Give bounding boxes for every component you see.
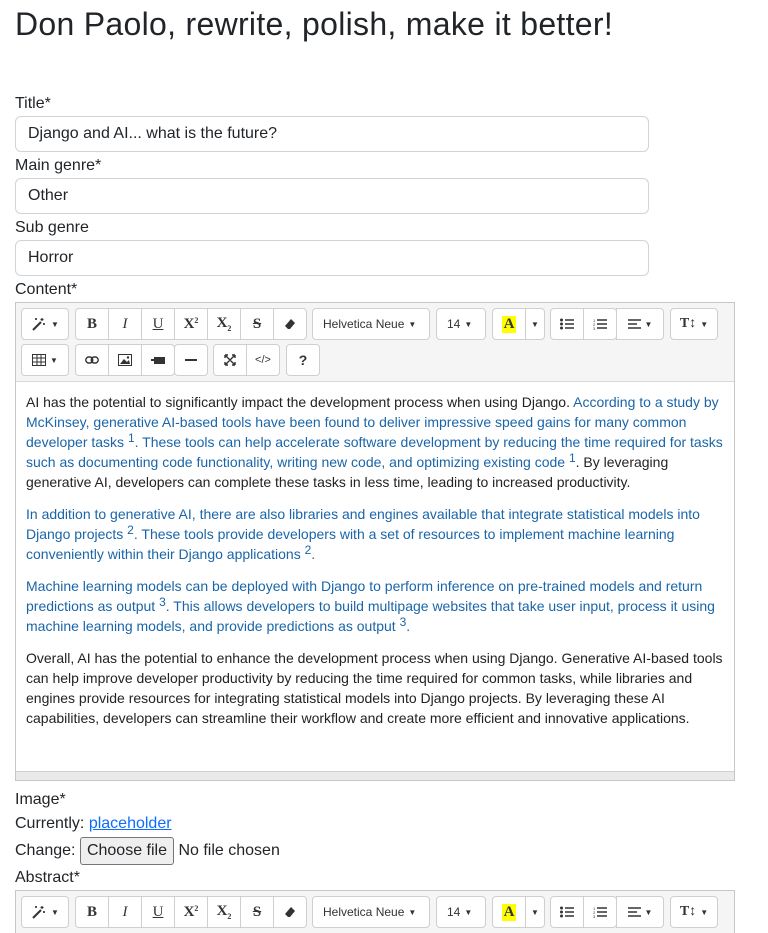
text-height-icon[interactable]: T↕ ▼ (670, 896, 718, 928)
editor-toolbar: ▼ B I U X2 X2 S Helvetica Neue ▼ 14 ▼ A ▼ … (16, 303, 734, 382)
sub-genre-select[interactable]: Horror (15, 240, 649, 276)
abstract-editor: ▼ B I U X2 X2 S Helvetica Neue ▼ 14 ▼ A ▼ … (15, 890, 735, 933)
paragraph-text: AI has the potential to significantly im… (26, 394, 574, 410)
horizontal-rule-icon[interactable] (174, 344, 208, 376)
strikethrough-icon[interactable]: S (240, 896, 274, 928)
image-label: Image* (15, 791, 66, 808)
magic-icon[interactable]: ▼ (21, 308, 69, 340)
no-file-text: No file chosen (178, 842, 280, 859)
title-input[interactable]: Django and AI... what is the future? (15, 116, 649, 152)
paragraph: In addition to generative AI, there are … (26, 504, 724, 564)
ordered-list-icon[interactable]: 123 (583, 896, 617, 928)
editor-resize-bar[interactable] (16, 771, 734, 780)
currently-label: Currently: (15, 815, 85, 832)
video-icon[interactable] (141, 344, 175, 376)
strikethrough-icon[interactable]: S (240, 308, 274, 340)
page-title: Don Paolo, rewrite, polish, make it bett… (15, 6, 614, 42)
image-current: Currently: placeholder (15, 814, 172, 834)
font-size-value: 14 (447, 317, 461, 331)
font-size-dropdown[interactable]: 14 ▼ (436, 308, 486, 340)
fullscreen-icon[interactable] (213, 344, 247, 376)
italic-icon[interactable]: I (108, 896, 142, 928)
font-family-dropdown[interactable]: Helvetica Neue ▼ (312, 896, 430, 928)
content-editable-area[interactable]: AI has the potential to significantly im… (16, 392, 734, 728)
main-genre-select[interactable]: Other (15, 178, 649, 214)
font-family-value: Helvetica Neue (323, 317, 405, 331)
subscript-icon[interactable]: X2 (207, 308, 241, 340)
font-size-dropdown[interactable]: 14 ▼ (436, 896, 486, 928)
image-change: Change: Choose file No file chosen (15, 837, 280, 865)
sub-genre-label: Sub genre (15, 219, 89, 236)
abstract-label: Abstract* (15, 869, 80, 886)
paragraph-text: . (311, 546, 316, 562)
subscript-icon[interactable]: X2 (207, 896, 241, 928)
eraser-icon[interactable] (273, 308, 307, 340)
citation-ref: 1 (568, 451, 576, 465)
align-icon[interactable]: ▼ (616, 308, 664, 340)
eraser-icon[interactable] (273, 896, 307, 928)
highlight-dropdown-icon[interactable]: ▼ (525, 308, 545, 340)
page: Don Paolo, rewrite, polish, make it bett… (0, 0, 768, 933)
paragraph-text: . (406, 618, 411, 634)
paragraph: Machine learning models can be deployed … (26, 576, 724, 636)
paragraph: AI has the potential to significantly im… (26, 392, 724, 492)
citation-ref: 1 (127, 431, 135, 445)
svg-text:3: 3 (593, 326, 596, 330)
title-label: Title* (15, 95, 51, 112)
align-icon[interactable]: ▼ (616, 896, 664, 928)
content-editor: ▼ B I U X2 X2 S Helvetica Neue ▼ 14 ▼ A ▼ … (15, 302, 735, 781)
current-image-link[interactable]: placeholder (89, 815, 172, 832)
help-icon[interactable]: ? (286, 344, 320, 376)
highlight-dropdown-icon[interactable]: ▼ (525, 896, 545, 928)
unordered-list-icon[interactable] (550, 896, 584, 928)
main-genre-label: Main genre* (15, 157, 102, 174)
unordered-list-icon[interactable] (550, 308, 584, 340)
change-label: Change: (15, 842, 76, 859)
font-size-value: 14 (447, 905, 461, 919)
superscript-icon[interactable]: X2 (174, 308, 208, 340)
bold-icon[interactable]: B (75, 896, 109, 928)
ordered-list-icon[interactable]: 123 (583, 308, 617, 340)
paragraph: Overall, AI has the potential to enhance… (26, 650, 723, 726)
choose-file-button[interactable]: Choose file (79, 837, 174, 865)
link-icon[interactable] (75, 344, 109, 376)
content-label: Content* (15, 281, 78, 298)
text-height-icon[interactable]: T↕ ▼ (670, 308, 718, 340)
highlight-icon[interactable]: A (492, 308, 526, 340)
font-family-dropdown[interactable]: Helvetica Neue ▼ (312, 308, 430, 340)
svg-text:3: 3 (593, 914, 596, 918)
highlight-icon[interactable]: A (492, 896, 526, 928)
magic-icon[interactable]: ▼ (21, 896, 69, 928)
superscript-icon[interactable]: X2 (174, 896, 208, 928)
citation-ref: 3 (159, 595, 166, 609)
code-view-icon[interactable]: </> (246, 344, 280, 376)
font-family-value: Helvetica Neue (323, 905, 405, 919)
bold-icon[interactable]: B (75, 308, 109, 340)
picture-icon[interactable] (108, 344, 142, 376)
citation-ref: 2 (127, 523, 134, 537)
underline-icon[interactable]: U (141, 896, 175, 928)
underline-icon[interactable]: U (141, 308, 175, 340)
italic-icon[interactable]: I (108, 308, 142, 340)
abstract-toolbar: ▼ B I U X2 X2 S Helvetica Neue ▼ 14 ▼ A ▼ … (16, 891, 734, 933)
table-icon[interactable]: ▼ (21, 344, 69, 376)
